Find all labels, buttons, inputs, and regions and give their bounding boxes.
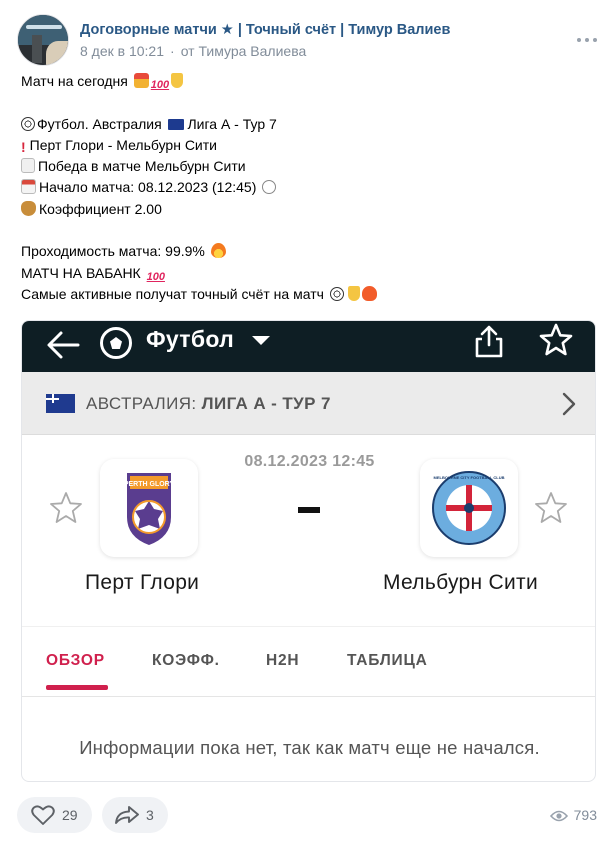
like-button[interactable]: 29 xyxy=(17,797,92,833)
post-author[interactable]: от Тимура Валиева xyxy=(181,43,307,59)
australia-flag-icon xyxy=(46,394,75,413)
eye-icon xyxy=(549,810,568,822)
memo-icon xyxy=(21,158,35,174)
caret-down-icon[interactable] xyxy=(252,336,270,345)
score-separator xyxy=(298,507,320,513)
soccer-ball-icon xyxy=(329,286,344,301)
away-team-name[interactable]: Мельбурн Сити xyxy=(383,571,538,595)
avatar[interactable] xyxy=(17,14,69,66)
soccer-ball-icon xyxy=(100,327,132,359)
active-tab-indicator xyxy=(46,685,108,690)
heart-icon xyxy=(361,285,377,301)
post-text: Матч на сегодня 100 Футбол. Австралия Ли… xyxy=(21,71,601,305)
post-date[interactable]: 8 дек в 10:21 xyxy=(80,43,164,59)
text-line: Проходимость матча: 99.9% xyxy=(21,241,601,262)
exclamation-icon: ! xyxy=(21,138,26,155)
text-line-8: МАТЧ НА ВАБАНК xyxy=(21,264,141,281)
melbourne-city-crest-icon: MELBOURNE CITY FOOTBALL CLUB xyxy=(432,471,506,545)
text-line-9: Самые активные получат точный счёт на ма… xyxy=(21,285,324,302)
text-line: Самые активные получат точный счёт на ма… xyxy=(21,284,601,305)
fire-icon xyxy=(210,243,226,259)
tab-overview[interactable]: ОБЗОР xyxy=(46,652,105,670)
back-arrow-icon[interactable] xyxy=(46,330,80,360)
star-icon[interactable] xyxy=(534,491,568,525)
clock-icon xyxy=(262,180,277,195)
text-line: ! Перт Глори - Мельбурн Сити xyxy=(21,135,601,156)
text-line: Коэффициент 2.00 xyxy=(21,199,601,220)
post-meta: 8 дек в 10:21 · от Тимура Валиева xyxy=(80,43,307,59)
league-name: ЛИГА А - ТУР 7 xyxy=(201,394,331,413)
league-row[interactable]: АВСТРАЛИЯ: ЛИГА А - ТУР 7 xyxy=(22,372,595,435)
league-country: АВСТРАЛИЯ: xyxy=(86,394,197,413)
calendar-icon xyxy=(21,179,36,195)
text-line: Победа в матче Мельбурн Сити xyxy=(21,156,601,177)
match-tabs: ОБЗОР КОЭФФ. H2H ТАБЛИЦА xyxy=(22,626,595,697)
share-count: 3 xyxy=(146,807,154,823)
text-line-5: Начало матча: 08.12.2023 (12:45) xyxy=(39,179,257,196)
text-line-3: Перт Глори - Мельбурн Сити xyxy=(29,136,217,153)
more-icon[interactable] xyxy=(577,38,597,44)
tab-table[interactable]: ТАБЛИЦА xyxy=(347,652,428,670)
text-line-7: Проходимость матча: 99.9% xyxy=(21,243,205,260)
text-line-4: Победа в матче Мельбурн Сити xyxy=(38,158,246,175)
text-line-2: Футбол. Австралия xyxy=(37,115,162,132)
app-topbar: Футбол xyxy=(22,321,595,372)
views-count: 793 xyxy=(573,807,597,823)
star-icon[interactable] xyxy=(539,323,573,357)
hundred-icon: 100 xyxy=(150,79,170,91)
like-icon xyxy=(31,805,55,825)
share-icon[interactable] xyxy=(474,323,504,359)
star-icon[interactable] xyxy=(49,491,83,525)
chevron-right-icon[interactable] xyxy=(562,392,576,416)
away-logo-text: MELBOURNE CITY FOOTBALL CLUB xyxy=(434,475,505,480)
text-line-1: Матч на сегодня xyxy=(21,73,128,89)
home-team-name[interactable]: Перт Глори xyxy=(85,571,199,595)
post-title[interactable]: Договорные матчи ★ | Точный счёт | Тимур… xyxy=(80,22,450,38)
perth-glory-crest-icon: PERTH GLORY xyxy=(124,473,175,545)
tab-odds[interactable]: КОЭФФ. xyxy=(152,652,220,670)
away-team-logo[interactable]: MELBOURNE CITY FOOTBALL CLUB xyxy=(420,459,518,557)
sport-title[interactable]: Футбол xyxy=(146,326,234,353)
post-footer: 29 3 793 xyxy=(17,797,597,833)
tab-h2h[interactable]: H2H xyxy=(266,652,299,670)
match-screenshot[interactable]: Футбол АВСТРАЛИЯ: ЛИГА А - ТУР 7 08.12.2… xyxy=(21,320,596,782)
money-bag-icon xyxy=(21,200,36,216)
home-logo-text: PERTH GLORY xyxy=(124,481,175,488)
share-button[interactable]: 3 xyxy=(102,797,168,833)
hundred-icon: 100 xyxy=(146,270,165,283)
text-line: МАТЧ НА ВАБАНК 100 xyxy=(21,263,601,284)
text-line: Футбол. Австралия Лига А - Тур 7 xyxy=(21,114,601,135)
thumb-down-icon xyxy=(171,73,184,88)
repost-icon xyxy=(115,806,139,824)
text-line-6: Коэффициент 2.00 xyxy=(39,200,162,217)
league-label: АВСТРАЛИЯ: ЛИГА А - ТУР 7 xyxy=(86,394,331,414)
text-line-2b: Лига А - Тур 7 xyxy=(187,115,277,132)
post-header: Договорные матчи ★ | Точный счёт | Тимур… xyxy=(17,14,607,68)
views-counter: 793 xyxy=(549,807,597,823)
soccer-ball-icon xyxy=(21,116,35,131)
australia-flag-icon xyxy=(167,118,184,130)
like-count: 29 xyxy=(62,807,78,823)
text-line: Начало матча: 08.12.2023 (12:45) xyxy=(21,177,601,198)
gift-icon xyxy=(133,73,149,88)
info-message: Информации пока нет, так как матч еще не… xyxy=(79,737,540,758)
text-line: Матч на сегодня 100 xyxy=(21,71,601,92)
home-team-logo[interactable]: PERTH GLORY xyxy=(100,459,198,557)
thumb-down-icon xyxy=(347,285,360,301)
